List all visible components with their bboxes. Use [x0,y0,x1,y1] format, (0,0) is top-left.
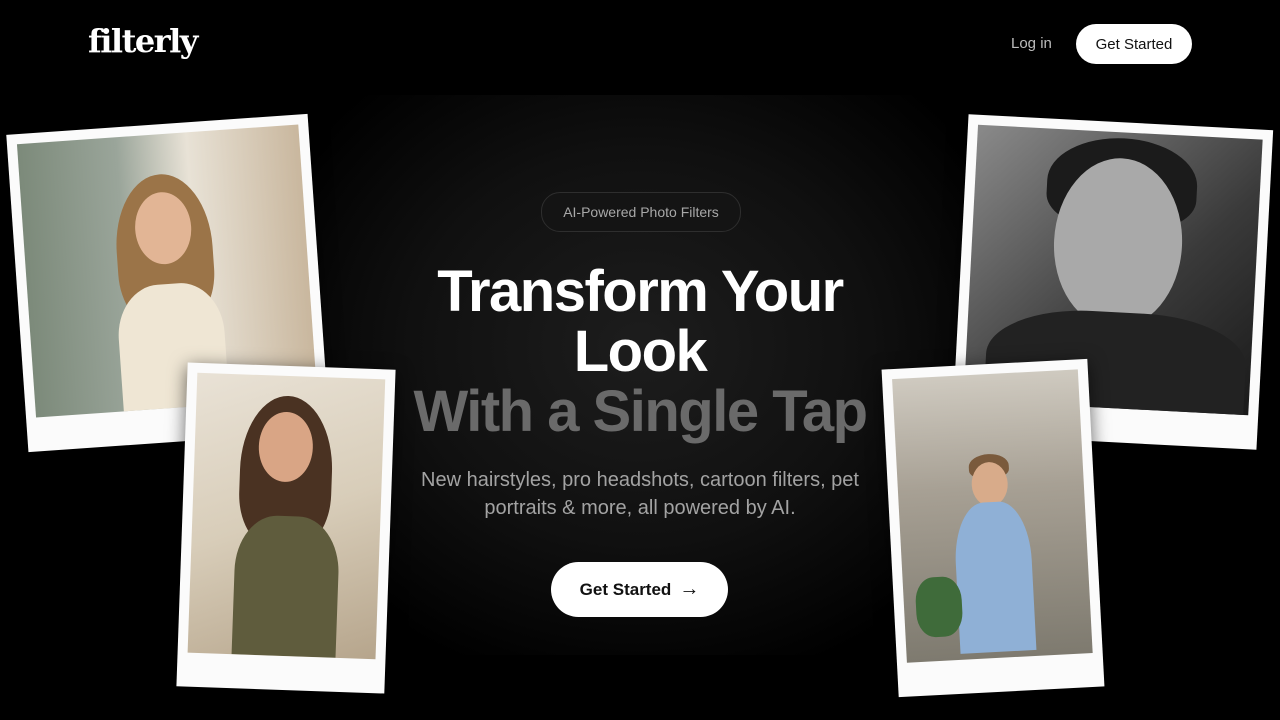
hero-cta-label: Get Started [579,579,672,599]
ai-powered-badge: AI-Powered Photo Filters [541,192,741,232]
logo[interactable]: filterly [88,22,198,60]
hero-get-started-button[interactable]: Get Started → [551,562,728,617]
arrow-right-icon: → [679,578,700,600]
nav-get-started-button[interactable]: Get Started [1076,24,1192,64]
hero-headline: Transform Your Look With a Single Tap [380,262,900,442]
headline-line-2: Look [573,319,708,384]
login-link[interactable]: Log in [1011,35,1052,52]
headline-line-3: With a Single Tap [413,379,868,444]
headline-line-1: Transform Your [437,259,844,324]
hero-subtitle: New hairstyles, pro headshots, cartoon f… [421,469,859,519]
